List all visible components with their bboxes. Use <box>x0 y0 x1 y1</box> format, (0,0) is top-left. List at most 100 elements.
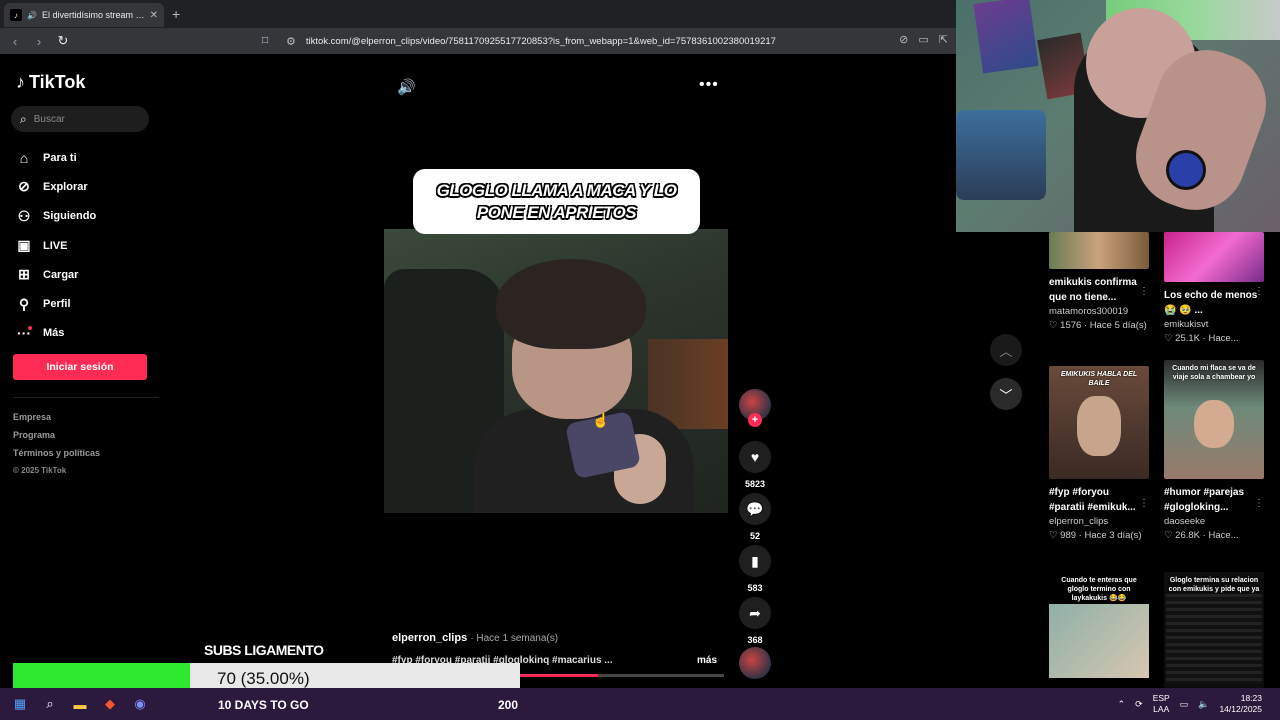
sidebar-item-explorar[interactable]: ⊘ Explorar <box>15 172 155 201</box>
sidebar-item-siguiendo[interactable]: ⚇ Siguiendo <box>15 202 155 231</box>
more-options-icon[interactable]: ••• <box>699 76 719 94</box>
heart-outline-icon: ♡ <box>1164 333 1173 344</box>
more-text-button[interactable]: más <box>697 655 717 666</box>
close-tab-icon[interactable]: ✕ <box>150 10 158 21</box>
recommendation-card[interactable]: emikukis confirma que no tiene... ⋮ mata… <box>1049 232 1151 331</box>
save-action[interactable]: ▮ 583 <box>739 545 771 593</box>
clock-time: 18:23 <box>1240 693 1262 703</box>
tiktok-logo[interactable]: ♪ TikTok <box>16 72 85 93</box>
brave-browser-icon[interactable]: ◆ <box>102 696 118 712</box>
footer-link-programa[interactable]: Programa <box>13 426 100 444</box>
volume-icon[interactable]: 🔊 <box>397 78 416 96</box>
share-arrow-icon[interactable]: ➦ <box>739 597 771 629</box>
browser-tab[interactable]: ♪ 🔊 El divertidísimo stream de Ma ✕ <box>4 3 164 27</box>
recommendation-author[interactable]: emikukisvt <box>1164 319 1266 330</box>
translate-icon[interactable]: ⊘ <box>899 33 908 46</box>
site-info-icon[interactable]: ⚙ <box>286 35 296 48</box>
clock[interactable]: 18:23 14/12/2025 <box>1219 693 1262 715</box>
footer-link-empresa[interactable]: Empresa <box>13 408 100 426</box>
recommendation-time: Hace... <box>1208 333 1239 344</box>
sidebar-item-mas[interactable]: ··· Más <box>15 319 155 348</box>
right-pane: ︿ ﹀ emikukis confirma que no tiene... ⋮ … <box>956 0 1280 688</box>
share-action[interactable]: ➦ 368 <box>739 597 771 645</box>
recommendation-thumbnail[interactable]: Gloglo termina su relacion con emikukis … <box>1164 572 1264 688</box>
card-more-icon[interactable]: ⋮ <box>1254 286 1264 297</box>
back-icon[interactable]: ‹ <box>8 34 22 49</box>
recommendation-thumbnail[interactable] <box>1164 232 1264 282</box>
chevron-down-icon[interactable]: ﹀ <box>990 378 1022 410</box>
video-frame[interactable] <box>384 229 728 513</box>
recommendation-title[interactable]: Los echo de menos 😭 🥹 ... <box>1164 288 1260 318</box>
sidebar-nav: ⌂ Para ti ⊘ Explorar ⚇ Siguiendo ▣ LIVE … <box>15 143 155 348</box>
webcam-poster <box>973 0 1039 74</box>
video-time: · Hace 1 semana(s) <box>470 633 559 644</box>
reload-icon[interactable]: ↻ <box>56 33 70 49</box>
like-action[interactable]: ♥ 5823 <box>739 441 771 489</box>
card-more-icon[interactable]: ⋮ <box>1139 286 1149 297</box>
video-progress-fill <box>520 674 598 677</box>
video-progress[interactable] <box>520 674 724 677</box>
language-indicator[interactable]: ESP LAA <box>1153 693 1170 715</box>
heart-outline-icon: ♡ <box>1164 530 1173 541</box>
recommendation-card[interactable]: Cuando te enteras que gloglo termino con… <box>1049 572 1151 688</box>
comment-action[interactable]: 💬 52 <box>739 493 771 541</box>
sync-icon[interactable]: ⟳ <box>1135 699 1143 710</box>
network-icon[interactable]: ▭ <box>1180 699 1189 710</box>
url-field[interactable]: ⚙ tiktok.com/@elperron_clips/video/75811… <box>286 31 986 51</box>
new-tab-icon[interactable]: + <box>172 6 180 22</box>
bookmark-icon[interactable]: ▮ <box>739 545 771 577</box>
recommendation-card[interactable]: Gloglo termina su relacion con emikukis … <box>1164 572 1266 688</box>
recommendation-thumbnail[interactable]: Cuando te enteras que gloglo termino con… <box>1049 572 1149 688</box>
recommendation-title[interactable]: #fyp #foryou #paratii #emikuk... <box>1049 485 1145 515</box>
sidebar-item-live[interactable]: ▣ LIVE <box>15 231 155 260</box>
forward-icon[interactable]: › <box>32 34 46 49</box>
bookmark-icon[interactable]: ⌑ <box>258 33 272 49</box>
video-author[interactable]: elperron_clips <box>392 632 467 644</box>
discord-icon[interactable]: ◉ <box>132 696 148 712</box>
card-more-icon[interactable]: ⋮ <box>1254 498 1264 509</box>
recommendation-author[interactable]: daoseeke <box>1164 516 1266 527</box>
brand-name: TikTok <box>29 72 86 92</box>
chevron-up-icon[interactable]: ︿ <box>990 334 1022 366</box>
recommendation-card[interactable]: EMIKUKIS HABLA DEL BAILE #fyp #foryou #p… <box>1049 366 1151 541</box>
share-icon[interactable]: ⇱ <box>939 33 948 46</box>
recommendation-card[interactable]: Los echo de menos 😭 🥹 ... ⋮ emikukisvt ♡… <box>1164 232 1266 344</box>
search-icon: ⌕ <box>20 111 27 126</box>
search-box[interactable]: ⌕ <box>11 106 149 132</box>
recommendation-likes: 989 <box>1060 530 1077 541</box>
following-icon: ⚇ <box>17 207 31 224</box>
recommendation-thumbnail[interactable] <box>1049 232 1149 269</box>
recommendation-likes: 1576 <box>1060 320 1082 331</box>
card-more-icon[interactable]: ⋮ <box>1139 498 1149 509</box>
volume-tray-icon[interactable]: 🔈 <box>1198 699 1209 710</box>
footer-link-terminos[interactable]: Términos y políticas <box>13 444 100 462</box>
feed-arrows: ︿ ﹀ <box>990 334 1022 422</box>
recommendation-card[interactable]: Cuando mi flaca se va de viaje sola a ch… <box>1164 360 1266 541</box>
recommendation-author[interactable]: elperron_clips <box>1049 516 1151 527</box>
sidebar-item-para-ti[interactable]: ⌂ Para ti <box>15 143 155 172</box>
sidebar-item-cargar[interactable]: ⊞ Cargar <box>15 260 155 289</box>
webcam-overlay <box>956 0 1280 232</box>
login-button[interactable]: Iniciar sesión <box>13 354 147 380</box>
sidebar-item-perfil[interactable]: ⚲ Perfil <box>15 289 155 318</box>
compass-icon: ⊘ <box>18 178 30 195</box>
chevron-up-tray-icon[interactable]: ⌃ <box>1118 699 1126 710</box>
heart-icon[interactable]: ♥ <box>739 441 771 473</box>
recommendation-thumbnail[interactable]: EMIKUKIS HABLA DEL BAILE <box>1049 366 1149 479</box>
recommendation-title[interactable]: emikukis confirma que no tiene... <box>1049 275 1145 305</box>
follow-plus-icon[interactable]: + <box>748 413 762 427</box>
recommendation-title[interactable]: #humor #parejas #glogloking... <box>1164 485 1260 515</box>
video-person-hair <box>496 259 646 349</box>
recommendation-author[interactable]: matamoros300019 <box>1049 306 1151 317</box>
cast-icon[interactable]: ▭ <box>918 33 928 46</box>
heart-outline-icon: ♡ <box>1049 530 1058 541</box>
file-explorer-icon[interactable]: ▬ <box>72 696 88 712</box>
search-taskbar-icon[interactable]: ⌕ <box>42 696 58 712</box>
speaker-icon: 🔊 <box>27 10 37 20</box>
widgets-icon[interactable]: ▦ <box>12 696 28 712</box>
upload-icon: ⊞ <box>18 266 30 283</box>
recommendation-thumbnail[interactable]: Cuando mi flaca se va de viaje sola a ch… <box>1164 360 1264 479</box>
search-input[interactable] <box>33 113 134 125</box>
comment-icon[interactable]: 💬 <box>739 493 771 525</box>
sound-avatar[interactable] <box>739 647 771 679</box>
